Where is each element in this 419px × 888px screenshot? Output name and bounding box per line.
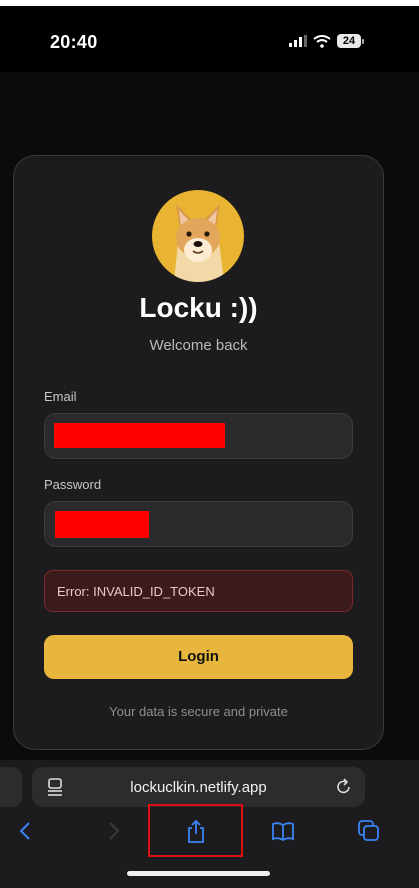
forward-icon[interactable]	[100, 818, 126, 844]
battery-level: 24	[337, 34, 361, 48]
status-icons: 24	[289, 34, 364, 48]
password-redaction	[55, 511, 149, 538]
welcome-subtitle: Welcome back	[149, 337, 248, 354]
highlight-box	[148, 804, 243, 857]
battery-icon: 24	[337, 34, 364, 48]
doge-avatar-icon	[152, 190, 244, 282]
tabs-icon[interactable]	[356, 818, 382, 844]
address-bar[interactable]: lockuclkin.netlify.app	[32, 767, 365, 807]
previous-tab-peek[interactable]	[0, 767, 22, 807]
email-field[interactable]	[44, 413, 353, 459]
url-text: lockuclkin.netlify.app	[130, 779, 267, 796]
login-button[interactable]: Login	[44, 635, 353, 679]
status-bar: 20:40 24	[0, 6, 419, 72]
error-message: Error: INVALID_ID_TOKEN	[44, 570, 353, 612]
wifi-icon	[313, 34, 331, 48]
reload-icon[interactable]	[335, 777, 353, 797]
password-field[interactable]	[44, 501, 353, 547]
email-label: Email	[44, 389, 77, 404]
status-time: 20:40	[50, 32, 98, 52]
home-indicator[interactable]	[127, 871, 270, 876]
password-label: Password	[44, 477, 102, 492]
app-title: Locku :))	[139, 292, 258, 323]
signal-icon	[289, 35, 307, 47]
security-note: Your data is secure and private	[109, 704, 288, 719]
battery-tip	[362, 38, 364, 44]
bookmarks-icon[interactable]	[270, 818, 296, 844]
back-icon[interactable]	[13, 818, 39, 844]
email-redaction	[54, 423, 225, 448]
